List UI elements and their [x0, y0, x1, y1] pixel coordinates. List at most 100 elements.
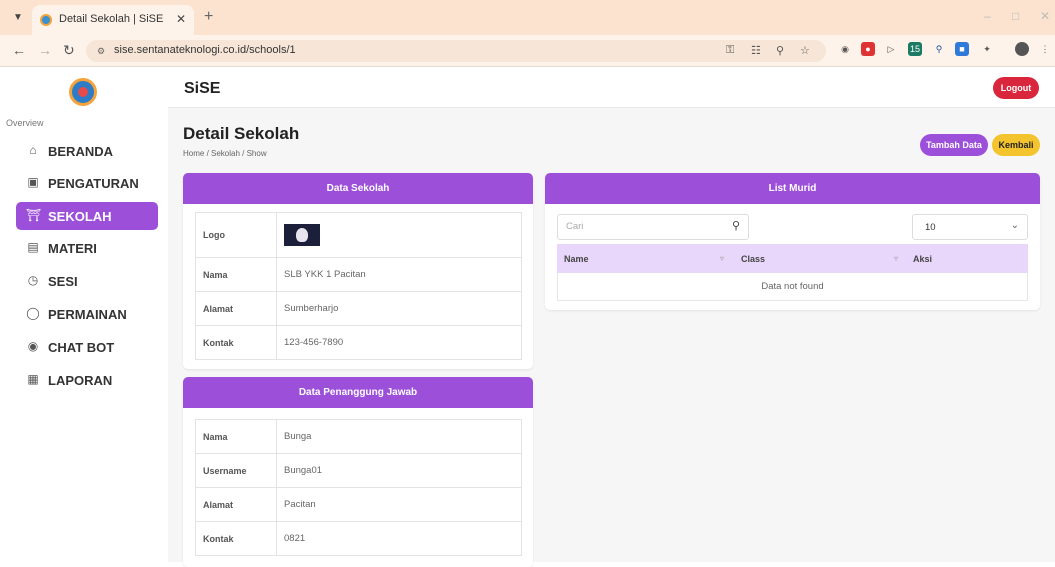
sidebar-item-label: BERANDA [48, 144, 113, 159]
column-header-class[interactable]: Class [741, 254, 765, 264]
table-row: Alamat Sumberharjo [195, 291, 522, 326]
profile-avatar-icon[interactable] [1015, 42, 1029, 56]
list-murid-header: List Murid [545, 173, 1040, 204]
bookmark-star-icon[interactable]: ☆ [800, 44, 810, 57]
sidebar-item-sekolah[interactable]: ⛩ SEKOLAH [16, 202, 158, 230]
camera-extension-icon[interactable]: ◉ [838, 42, 852, 56]
chat-icon: ◉ [27, 339, 39, 353]
green-extension-icon[interactable]: 15 [908, 42, 922, 56]
column-header-name[interactable]: Name [564, 254, 589, 264]
page-size-select[interactable]: 10 ⌄ [912, 214, 1028, 240]
kembali-button[interactable]: Kembali [992, 134, 1040, 156]
tab-title: Detail Sekolah | SiSE [59, 13, 164, 25]
sidebar-item-label: MATERI [48, 241, 97, 256]
row-key: Nama [195, 257, 277, 292]
data-sekolah-table: Logo Nama SLB YKK 1 Pacitan Alamat Sumbe… [195, 212, 522, 360]
settings-icon: ▣ [27, 175, 39, 189]
table-row: Nama Bunga [195, 419, 522, 454]
url-field[interactable]: ⚙ sise.sentanateknologi.co.id/schools/1 … [86, 40, 826, 62]
sidebar-item-materi[interactable]: ▤ MATERI [16, 234, 158, 262]
tab-search-button[interactable]: ▼ [8, 9, 28, 27]
browser-tab[interactable]: Detail Sekolah | SiSE ✕ [32, 5, 194, 35]
row-value: Bunga01 [276, 453, 522, 488]
minimize-icon[interactable]: – [984, 9, 991, 23]
empty-table-message: Data not found [557, 273, 1028, 301]
close-window-icon[interactable]: ✕ [1040, 9, 1050, 23]
favicon-icon [40, 14, 52, 26]
book-icon: ▤ [27, 240, 39, 254]
search-input[interactable] [566, 221, 716, 232]
sort-icon[interactable]: ▿ [720, 254, 724, 263]
sidebar-item-laporan[interactable]: ▦ LAPORAN [16, 366, 158, 394]
close-tab-icon[interactable]: ✕ [176, 12, 186, 26]
row-value: Sumberharjo [276, 291, 522, 326]
row-key: Alamat [195, 487, 277, 522]
browser-menu-icon[interactable]: ⋮ [1038, 42, 1052, 56]
app-header: SiSE Logout [168, 68, 1055, 108]
play-extension-icon[interactable]: ▷ [884, 42, 898, 56]
gamepad-icon: ◯ [26, 306, 40, 320]
browser-address-bar: ← → ↻ ⚙ sise.sentanateknologi.co.id/scho… [0, 35, 1055, 67]
sidebar-item-chat-bot[interactable]: ◉ CHAT BOT [16, 333, 158, 361]
page-size-value: 10 [925, 222, 936, 233]
sidebar-item-permainan[interactable]: ◯ PERMAINAN [16, 300, 158, 328]
zoom-icon[interactable]: ⚲ [776, 44, 784, 57]
table-row: Logo [195, 212, 522, 258]
school-icon: ⛩ [26, 208, 42, 222]
blue-extension-icon[interactable]: ■ [955, 42, 969, 56]
sidebar-item-beranda[interactable]: ⌂ BERANDA [16, 137, 158, 165]
row-value: Bunga [276, 419, 522, 454]
clock-icon: ◷ [27, 273, 39, 287]
column-header-aksi: Aksi [913, 254, 933, 264]
table-row: Nama SLB YKK 1 Pacitan [195, 257, 522, 292]
search-icon[interactable]: ⚲ [732, 219, 740, 232]
restore-icon[interactable]: □ [1012, 9, 1019, 23]
data-sekolah-header: Data Sekolah [183, 173, 533, 204]
brand-title: SiSE [184, 80, 221, 97]
row-value [276, 212, 522, 258]
chevron-down-icon: ⌄ [1010, 220, 1019, 231]
password-key-icon[interactable]: ⚿ [726, 44, 734, 57]
row-value: 0821 [276, 521, 522, 556]
search-box[interactable]: ⚲ [557, 214, 749, 240]
extensions-puzzle-icon[interactable]: ✦ [980, 42, 994, 56]
table-row: Kontak 123-456-7890 [195, 325, 522, 360]
table-row: Kontak 0821 [195, 521, 522, 556]
search-extension-icon[interactable]: ⚲ [932, 42, 946, 56]
home-icon: ⌂ [29, 143, 37, 157]
list-murid-card: List Murid ⚲ 10 ⌄ Name ▿ Class ▿ Aksi Da… [545, 173, 1040, 310]
row-key: Alamat [195, 291, 277, 326]
table-row: Alamat Pacitan [195, 487, 522, 522]
app-logo[interactable] [69, 78, 97, 106]
penanggung-jawab-header: Data Penanggung Jawab [183, 377, 533, 408]
reload-icon[interactable]: ↻ [63, 42, 75, 58]
sidebar: Overview ⌂ BERANDA ▣ PENGATURAN ⛩ SEKOLA… [0, 68, 168, 562]
site-info-icon[interactable]: ⚙ [94, 44, 108, 58]
school-logo-image [284, 224, 320, 246]
sidebar-item-label: SEKOLAH [48, 209, 112, 224]
forward-icon[interactable]: → [38, 42, 52, 58]
row-key: Kontak [195, 521, 277, 556]
row-key: Kontak [195, 325, 277, 360]
sidebar-item-label: PENGATURAN [48, 176, 139, 191]
row-value: Pacitan [276, 487, 522, 522]
url-text[interactable]: sise.sentanateknologi.co.id/schools/1 [114, 44, 296, 56]
penanggung-jawab-card: Data Penanggung Jawab Nama Bunga Usernam… [183, 377, 533, 567]
sidebar-item-label: PERMAINAN [48, 307, 127, 322]
sort-icon[interactable]: ▿ [894, 254, 898, 263]
translate-icon[interactable]: ☷ [751, 44, 761, 57]
sidebar-item-pengaturan[interactable]: ▣ PENGATURAN [16, 169, 158, 197]
data-sekolah-card: Data Sekolah Logo Nama SLB YKK 1 Pacitan… [183, 173, 533, 369]
tambah-data-button[interactable]: Tambah Data [920, 134, 988, 156]
row-key: Username [195, 453, 277, 488]
browser-tab-bar: ▼ Detail Sekolah | SiSE ✕ + – □ ✕ [0, 0, 1055, 35]
sidebar-item-label: CHAT BOT [48, 340, 115, 355]
main-content: Detail Sekolah Home / Sekolah / Show Tam… [168, 108, 1055, 567]
sidebar-item-label: LAPORAN [48, 373, 113, 388]
logout-button[interactable]: Logout [993, 77, 1039, 99]
sidebar-item-sesi[interactable]: ◷ SESI [16, 267, 158, 295]
red-extension-icon[interactable]: ● [861, 42, 875, 56]
report-icon: ▦ [27, 372, 39, 386]
new-tab-button[interactable]: + [204, 9, 213, 25]
back-icon[interactable]: ← [12, 42, 26, 58]
